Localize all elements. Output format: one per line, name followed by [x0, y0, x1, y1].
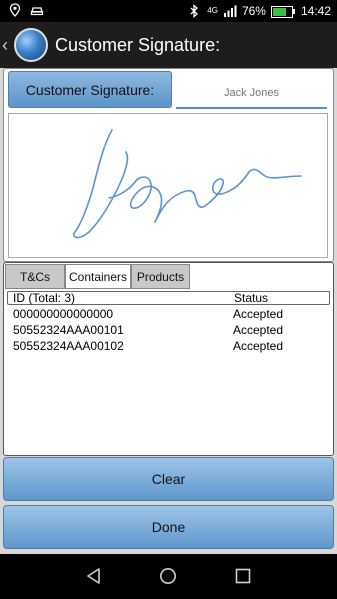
table-header: ID (Total: 3) Status	[7, 291, 330, 305]
signer-name-field[interactable]	[176, 79, 327, 109]
app-logo[interactable]	[14, 28, 48, 62]
back-chevron-icon[interactable]: ‹	[2, 35, 12, 56]
location-icon	[8, 3, 22, 17]
column-header-id: ID (Total: 3)	[13, 291, 76, 305]
tab-containers[interactable]: Containers	[65, 264, 131, 289]
container-id: 50552324AAA00101	[13, 323, 124, 337]
tab-terms[interactable]: T&Cs	[5, 264, 65, 289]
table-row[interactable]: 000000000000000 Accepted	[13, 307, 328, 323]
bluetooth-icon	[188, 4, 202, 18]
navigation-bar	[0, 554, 337, 599]
status-bar: 4G 76% 14:42	[0, 0, 337, 22]
app-bar: ‹ Customer Signature:	[0, 22, 337, 68]
clear-button[interactable]: Clear	[3, 457, 334, 501]
battery-percent: 76%	[241, 4, 266, 18]
customer-signature-label-button[interactable]: Customer Signature:	[8, 71, 172, 108]
column-header-status: Status	[234, 291, 269, 305]
tab-products[interactable]: Products	[131, 264, 190, 289]
container-id: 50552324AAA00102	[13, 339, 124, 353]
container-status: Accepted	[233, 339, 284, 353]
page-title: Customer Signature:	[55, 34, 221, 55]
nav-recents-icon[interactable]	[234, 567, 252, 585]
signature-pad[interactable]	[8, 113, 328, 258]
battery-icon	[270, 5, 295, 18]
done-button[interactable]: Done	[3, 505, 334, 549]
signature-card: Customer Signature:	[3, 68, 334, 262]
clock: 14:42	[300, 4, 331, 18]
nav-home-icon[interactable]	[159, 567, 177, 585]
car-icon	[30, 3, 44, 17]
network-type-label: 4G	[207, 6, 218, 15]
tab-bar: T&Cs Containers Products	[5, 264, 190, 289]
signal-icon	[223, 4, 237, 18]
nav-back-icon[interactable]	[85, 567, 103, 585]
container-status: Accepted	[233, 307, 284, 321]
table-row[interactable]: 50552324AAA00101 Accepted	[13, 323, 328, 339]
signature-stroke	[73, 129, 302, 239]
container-status: Accepted	[233, 323, 284, 337]
container-id: 000000000000000	[13, 307, 114, 321]
table-row[interactable]: 50552324AAA00102 Accepted	[13, 339, 328, 355]
details-panel: T&Cs Containers Products ID (Total: 3) S…	[3, 262, 334, 456]
containers-list: 000000000000000 Accepted 50552324AAA0010…	[13, 307, 328, 355]
